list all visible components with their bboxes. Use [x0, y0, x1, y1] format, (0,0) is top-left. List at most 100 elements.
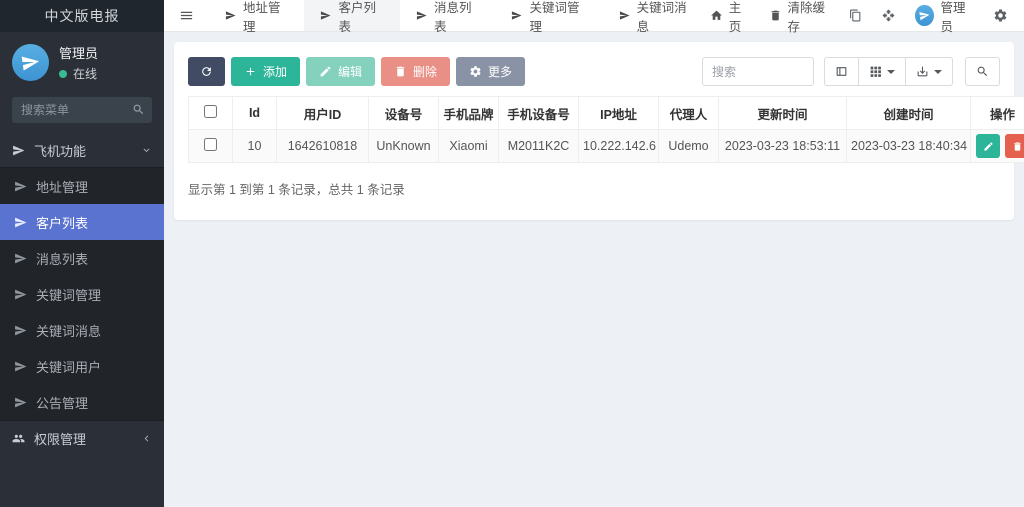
- sidebar-search-input[interactable]: [12, 97, 152, 123]
- navbar-right: 主页 清除缓存 管理员: [710, 0, 1024, 31]
- col-device-no: 设备号: [369, 97, 439, 130]
- paper-plane-icon: [12, 144, 25, 157]
- paper-plane-icon: [225, 10, 236, 21]
- home-icon: [710, 9, 723, 22]
- user-panel: 管理员 在线: [0, 32, 164, 91]
- col-phone-device-no: 手机设备号: [499, 97, 579, 130]
- copy-refresh-icon[interactable]: [849, 9, 862, 22]
- col-phone-brand: 手机品牌: [439, 97, 499, 130]
- tab-keyword-management[interactable]: 关键词管理: [495, 0, 602, 31]
- users-icon: [12, 432, 25, 445]
- customer-table: Id 用户ID 设备号 手机品牌 手机设备号 IP地址 代理人 更新时间 创建时…: [188, 96, 1024, 163]
- refresh-icon: [200, 65, 213, 78]
- clear-cache-link[interactable]: 清除缓存: [769, 0, 830, 35]
- cell-id: 10: [233, 130, 277, 163]
- export-button[interactable]: [906, 57, 953, 86]
- navbar-user-menu[interactable]: 管理员: [915, 0, 973, 35]
- avatar: [12, 44, 49, 81]
- tab-label: 关键词管理: [529, 0, 586, 35]
- navbar-username: 管理员: [941, 0, 974, 35]
- cell-agent: Udemo: [659, 130, 719, 163]
- main-area: 地址管理 客户列表 消息列表 关键词管理 关键词消息 主页: [164, 0, 1024, 507]
- cell-created-at: 2023-03-23 18:40:34: [847, 130, 971, 163]
- sidebar-group-label: 权限管理: [34, 429, 86, 448]
- sidebar-submenu: 地址管理 客户列表 消息列表 关键词管理 关键词消息: [0, 167, 164, 421]
- sidebar-search: [12, 97, 152, 123]
- sidebar-item-announcement-management[interactable]: 公告管理: [0, 384, 164, 420]
- row-delete-button[interactable]: [1005, 134, 1024, 158]
- tab-message-list[interactable]: 消息列表: [400, 0, 495, 31]
- sidebar-item-keyword-users[interactable]: 关键词用户: [0, 348, 164, 384]
- paper-plane-icon: [14, 252, 27, 265]
- refresh-button[interactable]: [188, 57, 225, 86]
- online-status-label: 在线: [73, 65, 97, 82]
- trash-icon: [1012, 141, 1023, 152]
- col-agent: 代理人: [659, 97, 719, 130]
- table-row[interactable]: 10 1642610818 UnKnown Xiaomi M2011K2C 10…: [189, 130, 1024, 163]
- paper-plane-icon: [14, 396, 27, 409]
- delete-button[interactable]: 删除: [381, 57, 450, 86]
- chevron-left-icon: [141, 433, 152, 444]
- home-link[interactable]: 主页: [710, 0, 749, 35]
- columns-toggle-button[interactable]: [859, 57, 906, 86]
- brand-title: 中文版电报: [0, 0, 164, 32]
- fullscreen-icon[interactable]: [882, 9, 895, 22]
- more-button[interactable]: 更多: [456, 57, 525, 86]
- row-edit-button[interactable]: [976, 134, 1000, 158]
- sidebar-item-customer-list[interactable]: 客户列表: [0, 204, 164, 240]
- add-button[interactable]: 添加: [231, 57, 300, 86]
- sidebar-item-label: 关键词消息: [36, 321, 101, 340]
- sidebar-item-keyword-messages[interactable]: 关键词消息: [0, 312, 164, 348]
- cell-user-id: 1642610818: [277, 130, 369, 163]
- tab-label: 消息列表: [434, 0, 479, 35]
- plus-icon: [244, 65, 257, 78]
- caret-down-icon: [887, 70, 895, 74]
- pagination-toggle-button[interactable]: [824, 57, 859, 86]
- sidebar-group-permission-management[interactable]: 权限管理: [0, 421, 164, 455]
- pencil-icon: [983, 141, 994, 152]
- online-status-dot: [59, 70, 67, 78]
- edit-button[interactable]: 编辑: [306, 57, 375, 86]
- settings-cogs-icon[interactable]: [993, 8, 1008, 23]
- sidebar: 中文版电报 管理员 在线 飞机功能: [0, 0, 164, 507]
- tab-keyword-messages[interactable]: 关键词消息: [603, 0, 710, 31]
- sidebar-item-label: 公告管理: [36, 393, 88, 412]
- sidebar-group-plane-functions[interactable]: 飞机功能: [0, 133, 164, 167]
- row-checkbox[interactable]: [204, 138, 217, 151]
- paper-plane-icon: [619, 10, 630, 21]
- gear-icon: [469, 65, 482, 78]
- table-view-button-group: [824, 57, 953, 86]
- row-actions: [975, 134, 1024, 158]
- tab-address-management[interactable]: 地址管理: [209, 0, 304, 31]
- telegram-plane-icon: [20, 52, 41, 73]
- sidebar-item-keyword-management[interactable]: 关键词管理: [0, 276, 164, 312]
- search-icon: [132, 103, 145, 116]
- table-icon: [835, 65, 848, 78]
- chevron-down-icon: [141, 145, 152, 156]
- select-all-checkbox[interactable]: [204, 105, 217, 118]
- cell-phone-brand: Xiaomi: [439, 130, 499, 163]
- col-user-id: 用户ID: [277, 97, 369, 130]
- table-search-input[interactable]: [702, 57, 814, 86]
- content-area: 添加 编辑 删除 更多: [164, 32, 1024, 507]
- paper-plane-icon: [320, 10, 331, 21]
- export-icon: [916, 65, 929, 78]
- paper-plane-icon: [416, 10, 427, 21]
- col-updated-at: 更新时间: [719, 97, 847, 130]
- paper-plane-icon: [14, 288, 27, 301]
- telegram-plane-icon: [918, 9, 930, 21]
- pencil-icon: [319, 65, 332, 78]
- col-id: Id: [233, 97, 277, 130]
- top-navbar: 地址管理 客户列表 消息列表 关键词管理 关键词消息 主页: [164, 0, 1024, 32]
- sidebar-item-address-management[interactable]: 地址管理: [0, 168, 164, 204]
- toolbar-right: [702, 57, 1000, 86]
- sidebar-item-message-list[interactable]: 消息列表: [0, 240, 164, 276]
- tab-customer-list[interactable]: 客户列表: [304, 0, 399, 31]
- sidebar-item-label: 地址管理: [36, 177, 88, 196]
- search-toggle-button[interactable]: [965, 57, 1000, 86]
- sidebar-item-label: 关键词管理: [36, 285, 101, 304]
- table-toolbar: 添加 编辑 删除 更多: [188, 57, 1000, 86]
- caret-down-icon: [934, 70, 942, 74]
- hamburger-menu-icon[interactable]: [164, 0, 209, 31]
- col-created-at: 创建时间: [847, 97, 971, 130]
